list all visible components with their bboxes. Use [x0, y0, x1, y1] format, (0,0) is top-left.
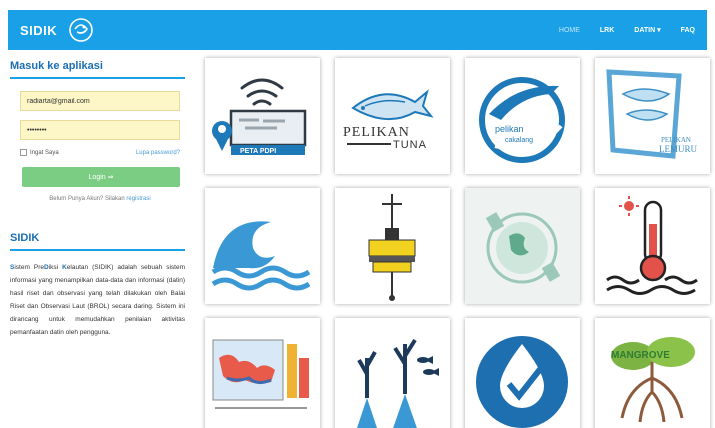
- login-button[interactable]: Login ⇒: [22, 167, 180, 187]
- buoy-tile[interactable]: [335, 188, 450, 304]
- svg-text:PELIKAN: PELIKAN: [661, 136, 691, 144]
- wave-icon: [211, 221, 311, 291]
- login-title: Masuk ke aplikasi: [10, 60, 185, 79]
- about-text: Sistem PreDiksi Kelautan (SIDIK) adalah …: [10, 264, 185, 336]
- top-navbar: SIDIK HOME LRK DATIN ▾ FAQ: [8, 10, 707, 50]
- svg-text:LEMURU: LEMURU: [659, 144, 698, 154]
- water-drop-check-icon: [476, 336, 568, 428]
- nav-home[interactable]: HOME: [559, 27, 580, 34]
- brand-name: SIDIK: [20, 22, 58, 38]
- globe-tile[interactable]: [465, 188, 580, 304]
- register-prompt-text: Belum Punya Akun? Silakan: [49, 196, 125, 202]
- coral-reef-icon: [357, 338, 439, 428]
- water-quality-tile[interactable]: [465, 318, 580, 428]
- svg-text:PELIKAN: PELIKAN: [343, 125, 410, 140]
- buoy-icon: [368, 194, 416, 301]
- forgot-password-link[interactable]: Lupa password?: [136, 150, 180, 156]
- about-title: SIDIK: [10, 232, 185, 251]
- email-field[interactable]: [20, 91, 180, 111]
- wave-tile[interactable]: [205, 188, 320, 304]
- thermometer-icon: [606, 196, 698, 295]
- register-link[interactable]: registrasi: [126, 196, 150, 202]
- nav-lrk[interactable]: LRK: [600, 27, 614, 34]
- map-chart-tile[interactable]: [205, 318, 320, 428]
- mangrove-tile[interactable]: MANGROVE: [595, 318, 710, 428]
- coral-tile[interactable]: [335, 318, 450, 428]
- sidebar: Masuk ke aplikasi Ingat Saya Lupa passwo…: [10, 60, 185, 339]
- svg-text:TUNA: TUNA: [393, 139, 427, 151]
- pelikan-cakalang-tile[interactable]: pelikan cakalang: [465, 58, 580, 174]
- globe-icon: [465, 188, 580, 304]
- nav-datin-dropdown[interactable]: DATIN ▾: [634, 26, 660, 34]
- peta-pdpi-tile[interactable]: PETA PDPI: [205, 58, 320, 174]
- brand[interactable]: SIDIK: [20, 16, 95, 44]
- brand-logo-icon: [69, 18, 93, 42]
- wifi-map-icon: PETA PDPI: [212, 78, 307, 155]
- tuna-logo-icon: PELIKAN TUNA: [343, 89, 434, 151]
- remember-checkbox[interactable]: [20, 149, 27, 156]
- svg-text:MANGROVE: MANGROVE: [611, 350, 670, 361]
- pelikan-lemuru-tile[interactable]: PELIKAN LEMURU: [595, 58, 710, 174]
- pelikan-tuna-tile[interactable]: PELIKAN TUNA: [335, 58, 450, 174]
- remember-label: Ingat Saya: [30, 149, 59, 156]
- nav-faq[interactable]: FAQ: [681, 27, 695, 34]
- svg-text:PETA PDPI: PETA PDPI: [240, 148, 276, 155]
- lemuru-logo-icon: PELIKAN LEMURU: [606, 69, 698, 159]
- mangrove-icon: MANGROVE: [611, 337, 695, 423]
- cakalang-logo-icon: pelikan cakalang: [479, 77, 565, 163]
- password-field[interactable]: [20, 120, 180, 140]
- svg-text:pelikan: pelikan: [495, 124, 524, 134]
- svg-text:cakalang: cakalang: [505, 137, 533, 144]
- map-chart-icon: [212, 339, 309, 409]
- register-prompt: Belum Punya Akun? Silakan registrasi: [20, 196, 180, 202]
- main-nav: HOME LRK DATIN ▾ FAQ: [539, 26, 695, 35]
- sea-temperature-tile[interactable]: [595, 188, 710, 304]
- remember-row: Ingat Saya Lupa password?: [20, 149, 180, 156]
